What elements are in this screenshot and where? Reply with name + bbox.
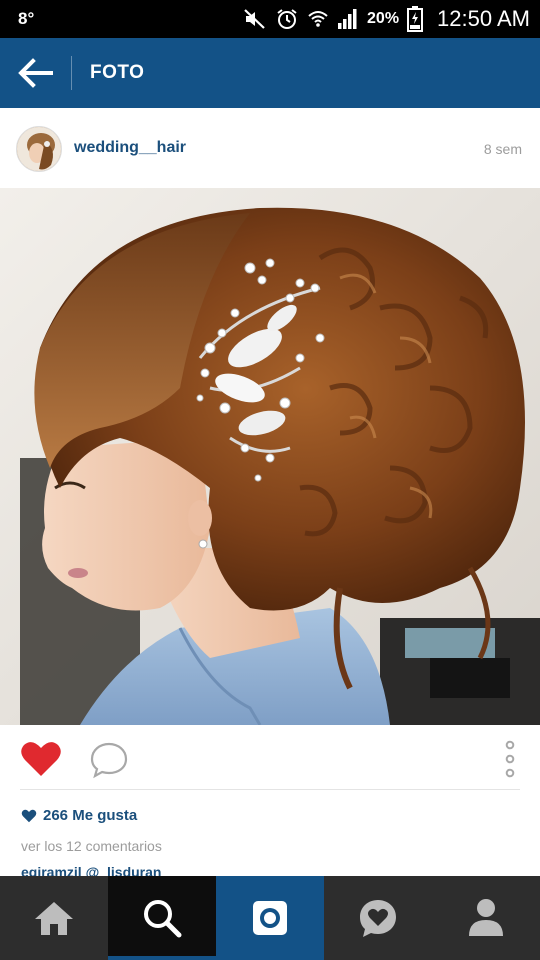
post-header: wedding__hair 8 sem <box>0 108 540 188</box>
profile-avatar <box>17 127 61 171</box>
status-icons: 20% 12:50 AM <box>243 5 530 33</box>
vertical-dots-icon <box>505 740 515 778</box>
bridal-hairstyle-image <box>0 188 540 725</box>
nav-camera[interactable] <box>216 876 324 960</box>
back-button[interactable] <box>14 54 56 92</box>
signal-icon <box>338 9 357 29</box>
post-timestamp: 8 sem <box>483 141 522 157</box>
post-photo[interactable] <box>0 188 540 725</box>
camera-icon <box>253 901 287 935</box>
battery-percent: 20% <box>367 10 400 27</box>
like-button[interactable] <box>20 740 62 778</box>
wifi-icon <box>308 11 328 27</box>
avatar[interactable] <box>16 126 62 172</box>
page-title: FOTO <box>90 62 145 83</box>
comment-preview[interactable]: egiramzil @_lisduran <box>21 863 161 876</box>
nav-search[interactable] <box>108 876 216 960</box>
app-bar: FOTO <box>0 38 540 108</box>
comment-button[interactable] <box>89 741 129 779</box>
likes-label: 266 Me gusta <box>43 807 138 824</box>
person-icon <box>469 899 503 936</box>
heart-filled-icon <box>21 742 61 776</box>
bottom-nav <box>0 876 540 960</box>
heart-small-icon <box>21 809 37 822</box>
temperature-readout: 8° <box>18 9 35 28</box>
app-bar-divider <box>71 56 72 90</box>
more-options-button[interactable] <box>498 739 522 781</box>
nav-profile[interactable] <box>432 876 540 960</box>
clock: 12:50 AM <box>437 6 530 31</box>
mute-icon <box>244 9 265 29</box>
nav-activity[interactable] <box>324 876 432 960</box>
alarm-icon <box>277 9 297 29</box>
post-actions: 266 Me gusta ver los 12 comentarios egir… <box>0 725 540 876</box>
post-username[interactable]: wedding__hair <box>74 139 186 157</box>
arrow-left-icon <box>18 58 53 88</box>
likes-count[interactable]: 266 Me gusta <box>21 807 137 824</box>
status-bar: 8° 20% 12:50 AM <box>0 0 540 38</box>
nav-home[interactable] <box>0 876 108 960</box>
home-icon <box>35 902 73 935</box>
comment-bubble-icon <box>90 742 128 779</box>
battery-icon <box>407 6 424 32</box>
view-comments-link[interactable]: ver los 12 comentarios <box>21 838 162 854</box>
search-icon <box>144 900 182 938</box>
actions-divider <box>20 789 520 790</box>
heart-bubble-icon <box>360 900 396 937</box>
